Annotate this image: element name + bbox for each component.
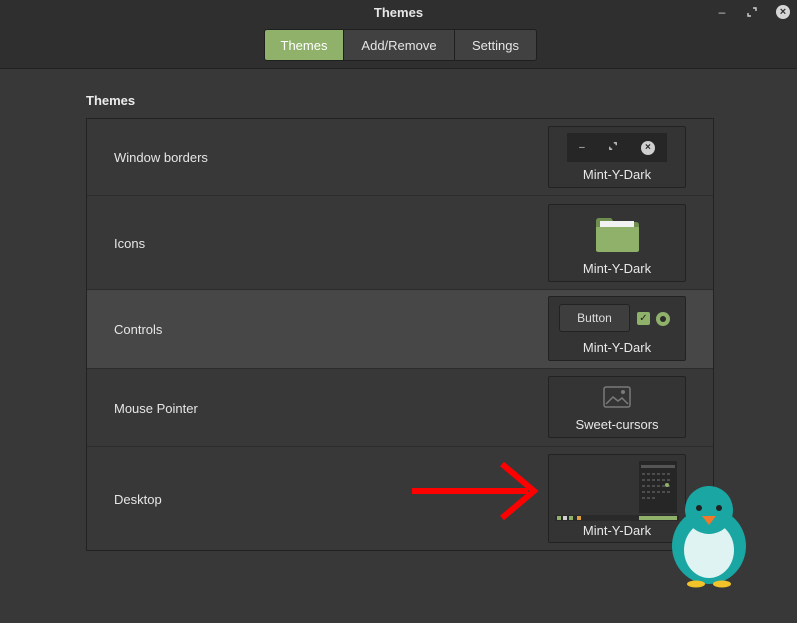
row-label: Mouse Pointer bbox=[114, 401, 198, 416]
close-icon: × bbox=[640, 140, 655, 155]
minimize-icon: – bbox=[579, 142, 585, 153]
row-label: Controls bbox=[114, 322, 163, 337]
tab-settings[interactable]: Settings bbox=[455, 30, 536, 60]
theme-name: Mint-Y-Dark bbox=[582, 167, 652, 182]
tab-add-remove[interactable]: Add/Remove bbox=[344, 30, 455, 60]
row-desktop: Desktop Mint-Y-Dark bbox=[87, 447, 713, 551]
red-annotation-arrow-icon bbox=[412, 461, 539, 521]
sample-button: Button bbox=[559, 304, 630, 332]
maximize-icon[interactable] bbox=[744, 4, 760, 20]
radio-selected-icon bbox=[656, 312, 670, 326]
penguin-mascot-icon bbox=[672, 486, 746, 588]
row-label: Icons bbox=[114, 236, 146, 251]
maximize-icon bbox=[608, 142, 617, 153]
icons-theme-button[interactable]: Mint-Y-Dark bbox=[548, 204, 686, 282]
theme-name: Mint-Y-Dark bbox=[582, 261, 652, 276]
theme-name: Mint-Y-Dark bbox=[582, 523, 652, 538]
controls-theme-button[interactable]: Button ✓ Mint-Y-Dark bbox=[548, 296, 686, 361]
window-borders-theme-button[interactable]: – × Mint-Y-Dark bbox=[548, 126, 686, 188]
row-controls: Controls Button ✓ Mint-Y-Dark bbox=[87, 290, 713, 369]
checkbox-checked-icon: ✓ bbox=[637, 312, 650, 325]
close-icon[interactable]: × bbox=[775, 4, 791, 20]
window-title: Themes bbox=[373, 5, 424, 20]
window-borders-preview: – × bbox=[567, 133, 667, 162]
theme-name: Sweet-cursors bbox=[575, 417, 659, 432]
row-label: Window borders bbox=[114, 150, 208, 165]
row-icons: Icons Mint-Y-Dark bbox=[87, 196, 713, 290]
themes-list: Window borders – × Mint-Y-Dark Icons Min… bbox=[86, 118, 714, 551]
desktop-theme-button[interactable]: Mint-Y-Dark bbox=[548, 454, 686, 543]
folder-icon bbox=[596, 218, 639, 252]
tab-themes[interactable]: Themes bbox=[265, 30, 344, 60]
row-window-borders: Window borders – × Mint-Y-Dark bbox=[87, 119, 713, 196]
tab-bar: Themes Add/Remove Settings bbox=[264, 29, 537, 61]
mouse-pointer-theme-button[interactable]: Sweet-cursors bbox=[548, 376, 686, 438]
row-label: Desktop bbox=[114, 492, 162, 507]
row-mouse-pointer: Mouse Pointer Sweet-cursors bbox=[87, 369, 713, 447]
image-placeholder-icon bbox=[603, 386, 631, 408]
title-bar: Themes – × Themes Add/Remove Settings bbox=[0, 0, 797, 69]
theme-name: Mint-Y-Dark bbox=[582, 340, 652, 355]
minimize-icon[interactable]: – bbox=[714, 4, 730, 20]
section-title: Themes bbox=[86, 93, 136, 108]
desktop-preview-thumbnail bbox=[555, 459, 679, 521]
